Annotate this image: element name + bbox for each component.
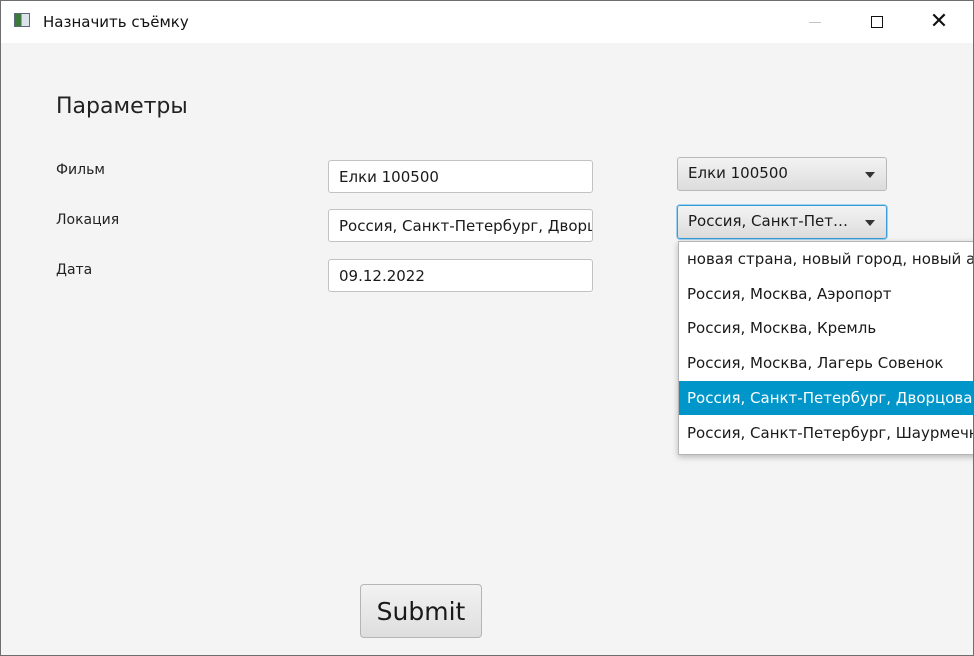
close-button[interactable]: ✕	[908, 1, 970, 43]
submit-button[interactable]: Submit	[360, 584, 482, 638]
dropdown-option[interactable]: новая страна, новый город, новый адрес	[679, 242, 973, 276]
title-bar: Назначить съёмку ✕	[1, 1, 973, 43]
location-field[interactable]: Россия, Санкт-Петербург, Дворцовая	[328, 209, 593, 242]
film-field[interactable]: Елки 100500	[328, 160, 593, 193]
app-window: Назначить съёмку ✕ Параметры Фильм Локац…	[0, 0, 974, 656]
dropdown-option[interactable]: Россия, Санкт-Петербург, Шаурмечная	[679, 416, 973, 450]
film-combo-value: Елки 100500	[688, 164, 788, 182]
chevron-down-icon	[865, 172, 875, 178]
close-icon: ✕	[929, 9, 949, 34]
dropdown-option-selected[interactable]: Россия, Санкт-Петербург, Дворцовая	[679, 381, 973, 415]
dropdown-option[interactable]: Россия, Москва, Лагерь Совенок	[679, 346, 973, 380]
minimize-button[interactable]	[784, 1, 846, 43]
section-heading: Параметры	[56, 94, 188, 119]
window-title: Назначить съёмку	[43, 13, 189, 31]
maximize-icon	[871, 16, 883, 28]
dropdown-option[interactable]: Россия, Москва, Кремль	[679, 311, 973, 345]
film-label: Фильм	[56, 162, 105, 178]
minimize-icon	[809, 21, 821, 23]
location-dropdown-list: новая страна, новый город, новый адрес Р…	[678, 241, 973, 455]
chevron-down-icon	[865, 220, 875, 226]
date-label: Дата	[56, 262, 93, 278]
location-combo[interactable]: Россия, Санкт-Петербург, Дворцовая	[677, 205, 887, 239]
film-combo[interactable]: Елки 100500	[677, 157, 887, 191]
location-label: Локация	[56, 212, 120, 228]
dropdown-option[interactable]: Россия, Москва, Аэропорт	[679, 277, 973, 311]
location-combo-value: Россия, Санкт-Петербург, Дворцовая	[688, 212, 856, 230]
date-field[interactable]: 09.12.2022	[328, 259, 593, 292]
maximize-button[interactable]	[846, 1, 908, 43]
app-icon	[14, 13, 30, 27]
